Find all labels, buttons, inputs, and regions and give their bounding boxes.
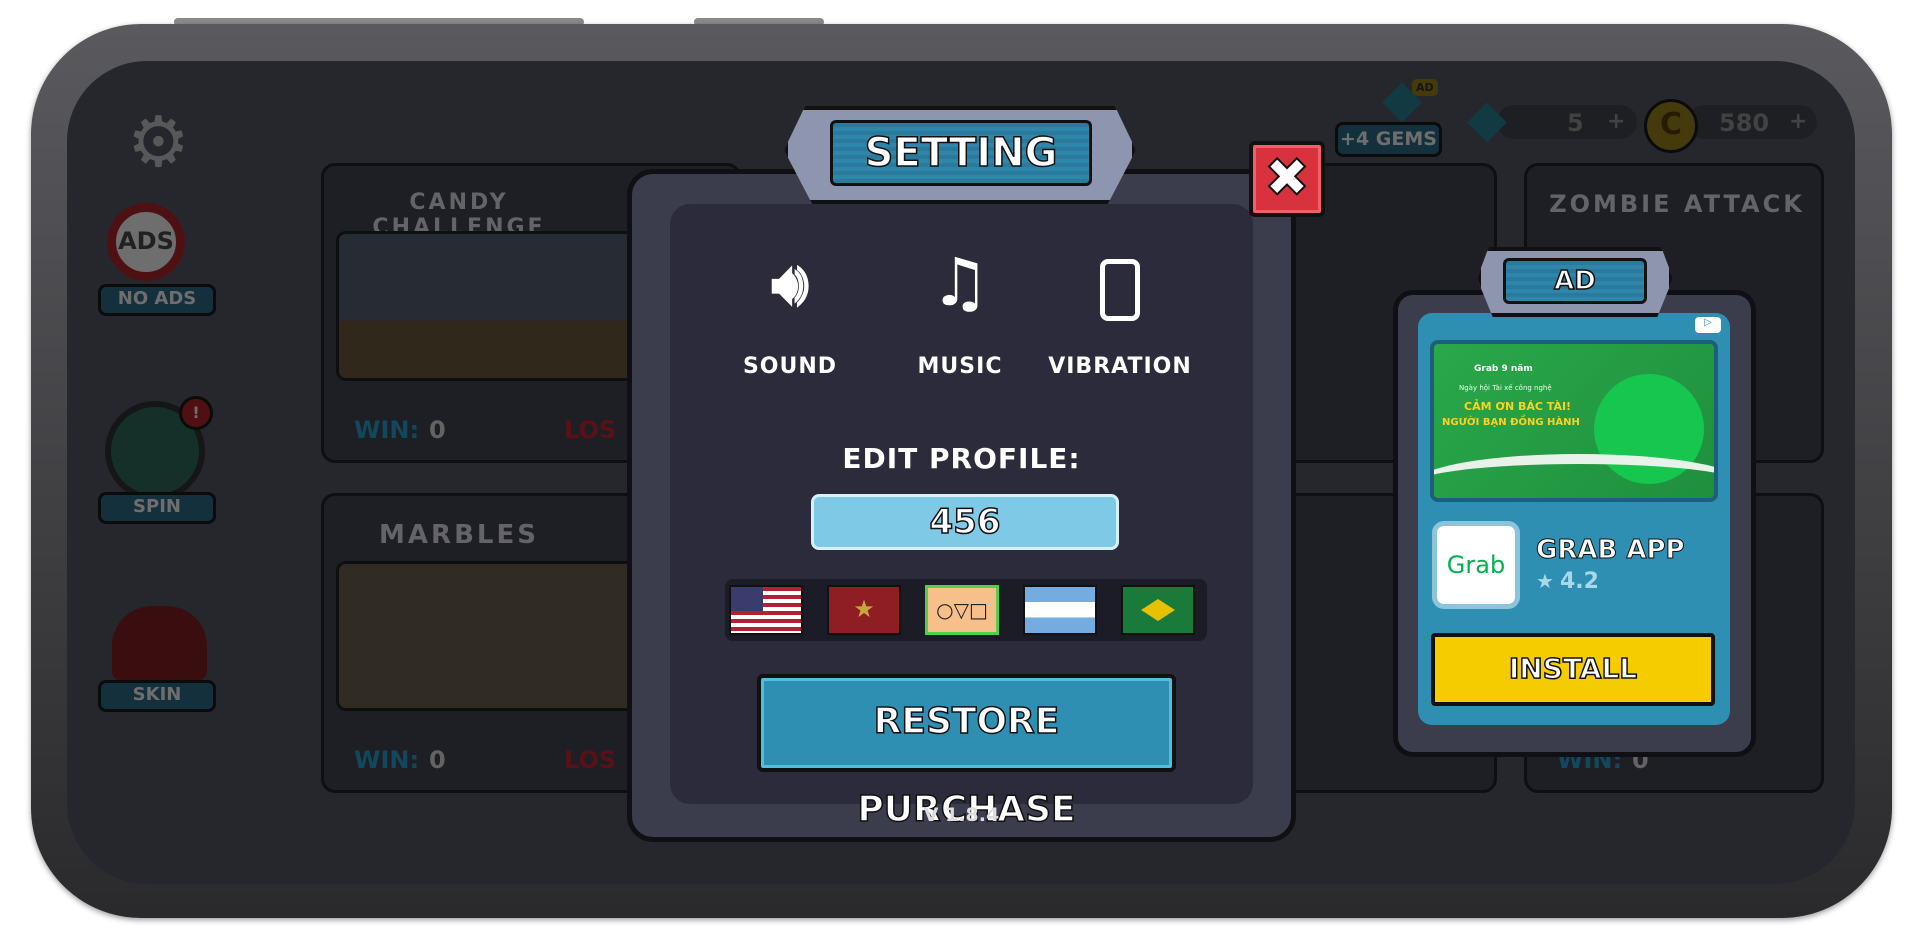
star-icon: ★ [1536,569,1554,593]
vibration-toggle-label[interactable]: VIBRATION [1040,354,1200,379]
profile-name-input[interactable]: 456 [811,494,1119,550]
restore-purchase-button[interactable]: RESTORE PURCHASE [757,674,1176,831]
flag-squid-game-selected[interactable]: ○▽□ [925,585,999,635]
flag-vietnam[interactable]: ★ [827,585,901,635]
adchoices-icon[interactable]: ▷ [1695,317,1721,333]
ad-banner-image[interactable]: Grab 9 năm Ngày hội Tài xế công nghệ CẢM… [1430,340,1718,502]
banner-line1: CẢM ƠN BÁC TÀI! [1464,400,1572,413]
ad-panel: ▷ Grab 9 năm Ngày hội Tài xế công nghệ C… [1393,290,1756,757]
vibration-icon[interactable] [1100,259,1140,321]
flag-argentina[interactable] [1023,585,1097,635]
ad-title: AD [1503,258,1647,304]
music-toggle-label[interactable]: MUSIC [885,354,1035,379]
version-label: V 1.8.4 [923,804,1000,826]
flag-brazil[interactable] [1121,585,1195,635]
flag-usa[interactable] [729,585,803,635]
speaker-icon[interactable]: 🔊︎ [725,249,855,319]
ad-header: AD [1477,247,1673,317]
install-button[interactable]: INSTALL [1431,633,1715,706]
settings-dialog: 🔊︎ SOUND ♫ MUSIC VIBRATION EDIT PROFILE:… [627,169,1296,842]
grab-app-logo[interactable]: Grab [1432,521,1520,609]
close-button[interactable]: ✖ [1249,141,1325,217]
ad-app-rating: 4.2 [1560,569,1599,594]
settings-title: SETTING [830,120,1092,186]
settings-header: SETTING [784,106,1136,204]
music-note-icon[interactable]: ♫ [895,244,1025,321]
ad-app-name[interactable]: GRAB APP [1536,535,1686,566]
edit-profile-label: EDIT PROFILE: [842,442,1081,475]
sound-toggle-label[interactable]: SOUND [715,354,865,379]
banner-sub: Ngày hội Tài xế công nghệ [1459,384,1552,392]
banner-brand: Grab 9 năm [1474,364,1533,374]
banner-line2: NGƯỜI BẠN ĐỒNG HÀNH [1442,417,1580,428]
